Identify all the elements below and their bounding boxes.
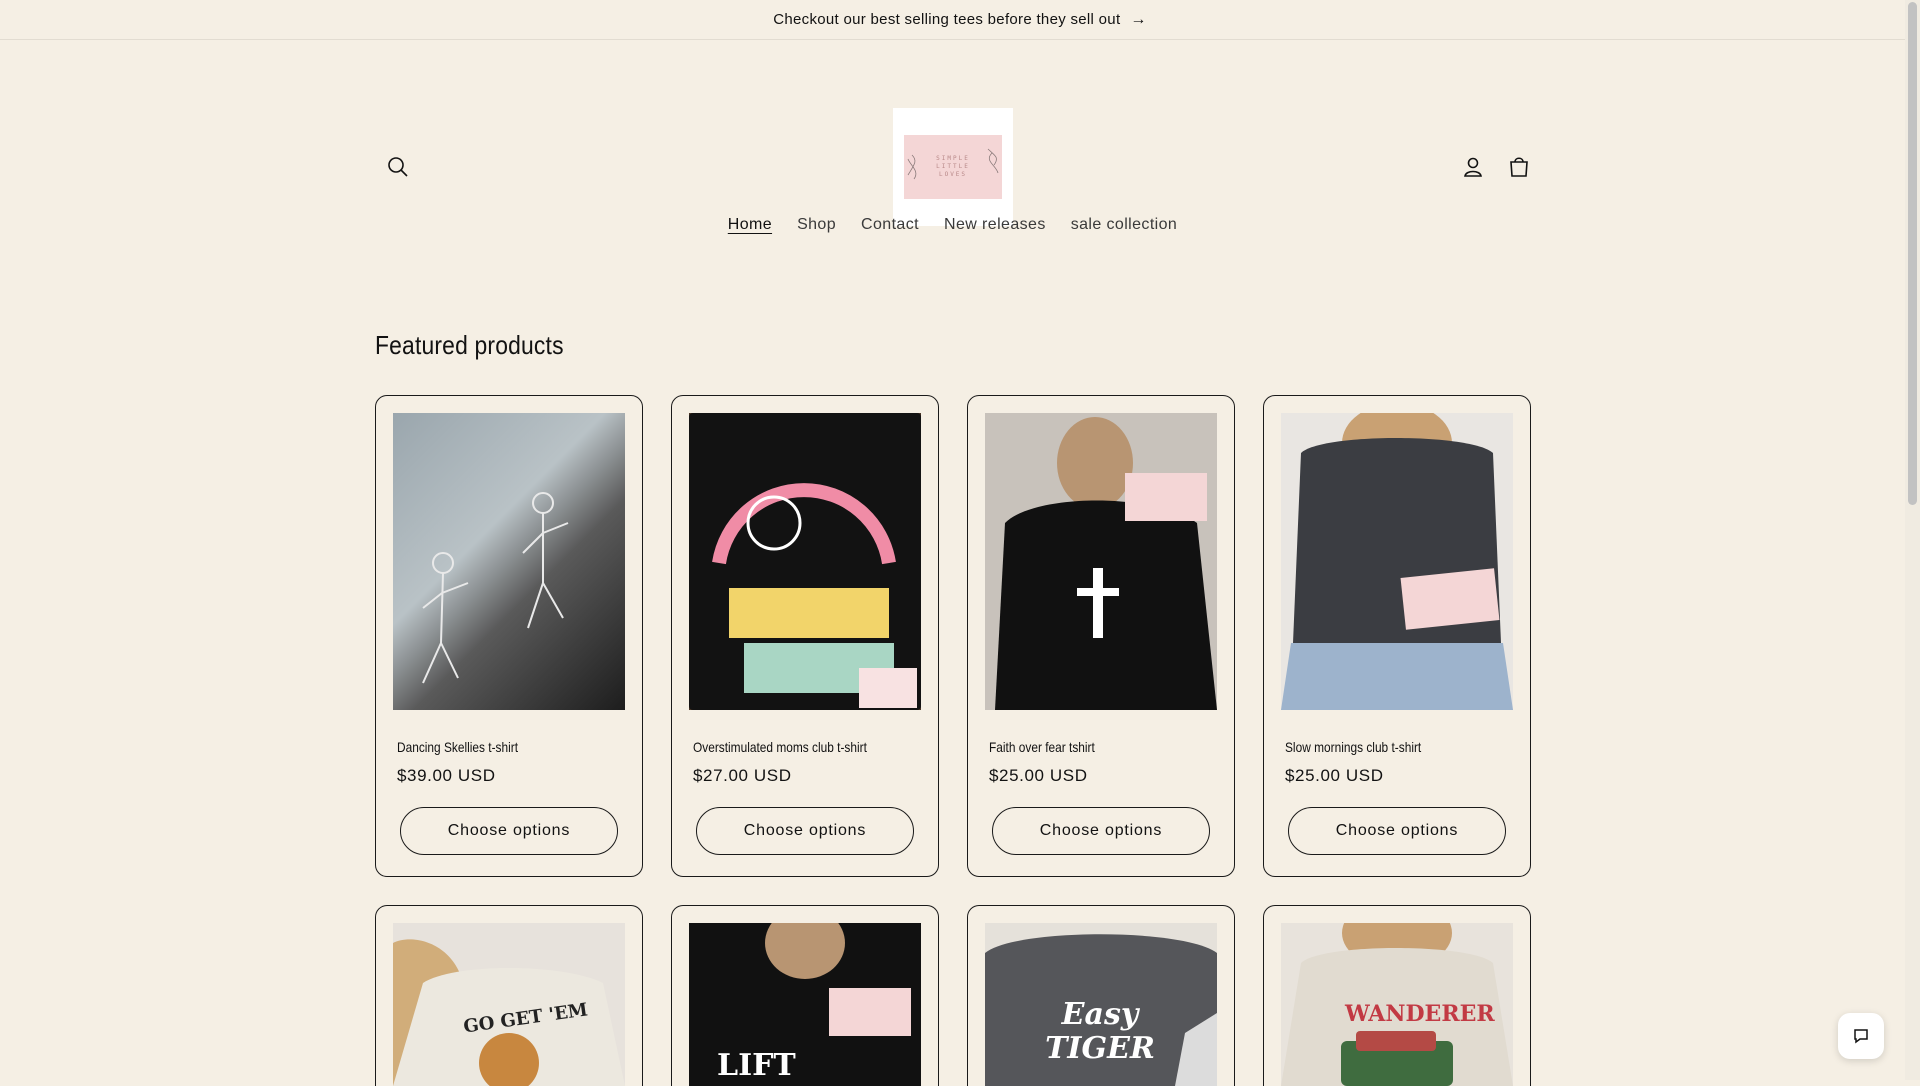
search-icon[interactable] bbox=[383, 152, 413, 182]
product-image[interactable]: GO GET 'EM bbox=[393, 923, 625, 1086]
product-card[interactable]: Slow mornings club t-shirt $25.00 USD Ch… bbox=[1263, 395, 1531, 877]
nav-shop[interactable]: Shop bbox=[797, 216, 836, 234]
product-price: $39.00 USD bbox=[397, 766, 496, 785]
choose-options-button[interactable]: Choose options bbox=[400, 807, 618, 855]
product-print-text: LIFT bbox=[717, 1048, 796, 1083]
product-card[interactable]: LIFT bbox=[671, 905, 939, 1086]
product-image[interactable] bbox=[985, 413, 1217, 710]
product-grid: Dancing Skellies t-shirt $39.00 USD Choo… bbox=[375, 395, 1531, 1086]
product-title[interactable]: Dancing Skellies t-shirt bbox=[397, 739, 518, 755]
logo[interactable]: SIMPLE LITTLE LOVES bbox=[893, 108, 1013, 226]
product-image[interactable] bbox=[1281, 413, 1513, 710]
nav-contact[interactable]: Contact bbox=[861, 216, 919, 234]
announcement-text: Checkout our best selling tees before th… bbox=[773, 11, 1121, 28]
nav-new-releases[interactable]: New releases bbox=[944, 216, 1046, 234]
product-card[interactable]: Easy TIGER bbox=[967, 905, 1235, 1086]
account-icon[interactable] bbox=[1458, 152, 1488, 182]
product-card[interactable]: Faith over fear tshirt $25.00 USD Choose… bbox=[967, 395, 1235, 877]
product-print-text: WANDERER bbox=[1345, 1001, 1495, 1027]
product-price: $25.00 USD bbox=[1285, 766, 1384, 785]
page-scrollbar[interactable] bbox=[1905, 0, 1920, 1080]
nav-home[interactable]: Home bbox=[728, 216, 772, 234]
product-image[interactable]: WANDERER bbox=[1281, 923, 1513, 1086]
scrollbar-thumb[interactable] bbox=[1908, 2, 1917, 505]
product-image[interactable] bbox=[393, 413, 625, 710]
product-title[interactable]: Overstimulated moms club t-shirt bbox=[693, 739, 867, 755]
product-card[interactable]: Dancing Skellies t-shirt $39.00 USD Choo… bbox=[375, 395, 643, 877]
logo-text: SIMPLE LITTLE LOVES bbox=[936, 155, 970, 178]
product-image[interactable] bbox=[689, 413, 921, 710]
section-title: Featured products bbox=[375, 330, 564, 360]
chat-icon bbox=[1854, 1029, 1868, 1044]
product-title[interactable]: Faith over fear tshirt bbox=[989, 739, 1095, 755]
announcement-bar[interactable]: Checkout our best selling tees before th… bbox=[0, 0, 1920, 40]
chat-button[interactable] bbox=[1838, 1013, 1884, 1059]
nav-sale-collection[interactable]: sale collection bbox=[1071, 216, 1178, 234]
product-price: $25.00 USD bbox=[989, 766, 1088, 785]
product-card[interactable]: GO GET 'EM bbox=[375, 905, 643, 1086]
arrow-right-icon: → bbox=[1130, 10, 1147, 28]
product-card[interactable]: WANDERER bbox=[1263, 905, 1531, 1086]
product-price: $27.00 USD bbox=[693, 766, 792, 785]
product-card[interactable]: Overstimulated moms club t-shirt $27.00 … bbox=[671, 395, 939, 877]
choose-options-button[interactable]: Choose options bbox=[992, 807, 1210, 855]
product-image[interactable]: LIFT bbox=[689, 923, 921, 1086]
product-title[interactable]: Slow mornings club t-shirt bbox=[1285, 739, 1421, 755]
product-image[interactable]: Easy TIGER bbox=[985, 923, 1217, 1086]
logo-image: SIMPLE LITTLE LOVES bbox=[904, 135, 1002, 199]
cart-icon[interactable] bbox=[1504, 152, 1534, 182]
choose-options-button[interactable]: Choose options bbox=[696, 807, 914, 855]
site-header: SIMPLE LITTLE LOVES bbox=[0, 40, 1920, 226]
choose-options-button[interactable]: Choose options bbox=[1288, 807, 1506, 855]
main-nav: Home Shop Contact New releases sale coll… bbox=[0, 216, 1905, 234]
product-print-text: Easy TIGER bbox=[1045, 997, 1155, 1066]
